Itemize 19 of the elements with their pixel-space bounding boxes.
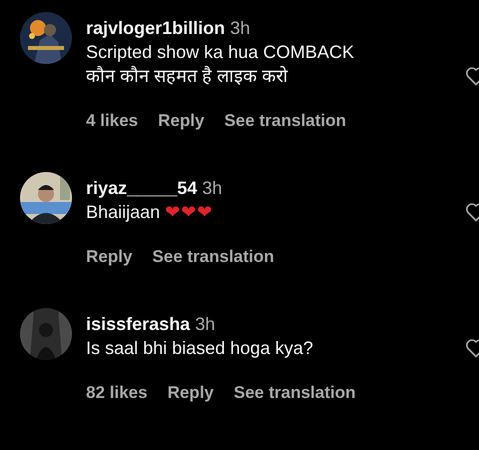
- username[interactable]: rajvloger1billion: [86, 18, 226, 38]
- username[interactable]: riyaz_____54: [86, 178, 198, 198]
- comment-text: Scripted show ka hua COMBACK: [86, 42, 354, 62]
- translation-link[interactable]: See translation: [152, 246, 274, 268]
- translation-link[interactable]: See translation: [224, 110, 346, 132]
- comment-text: Is saal bhi biased hoga kya?: [86, 338, 314, 358]
- likes-count[interactable]: 82 likes: [86, 382, 148, 404]
- reply-link[interactable]: Reply: [167, 382, 214, 404]
- comment-text: कौन कौन सहमत है लाइक करो: [86, 66, 288, 86]
- timestamp: 3h: [230, 18, 250, 38]
- reply-link[interactable]: Reply: [158, 110, 204, 132]
- reply-link[interactable]: Reply: [86, 246, 132, 268]
- likes-count[interactable]: 4 likes: [86, 110, 138, 132]
- comment-text: Bhaiijaan: [86, 202, 160, 222]
- hearts-emoji: ❤❤❤: [165, 202, 214, 222]
- translation-link[interactable]: See translation: [234, 382, 356, 404]
- username[interactable]: isissferasha: [86, 314, 190, 334]
- timestamp: 3h: [202, 178, 222, 198]
- timestamp: 3h: [195, 314, 216, 334]
